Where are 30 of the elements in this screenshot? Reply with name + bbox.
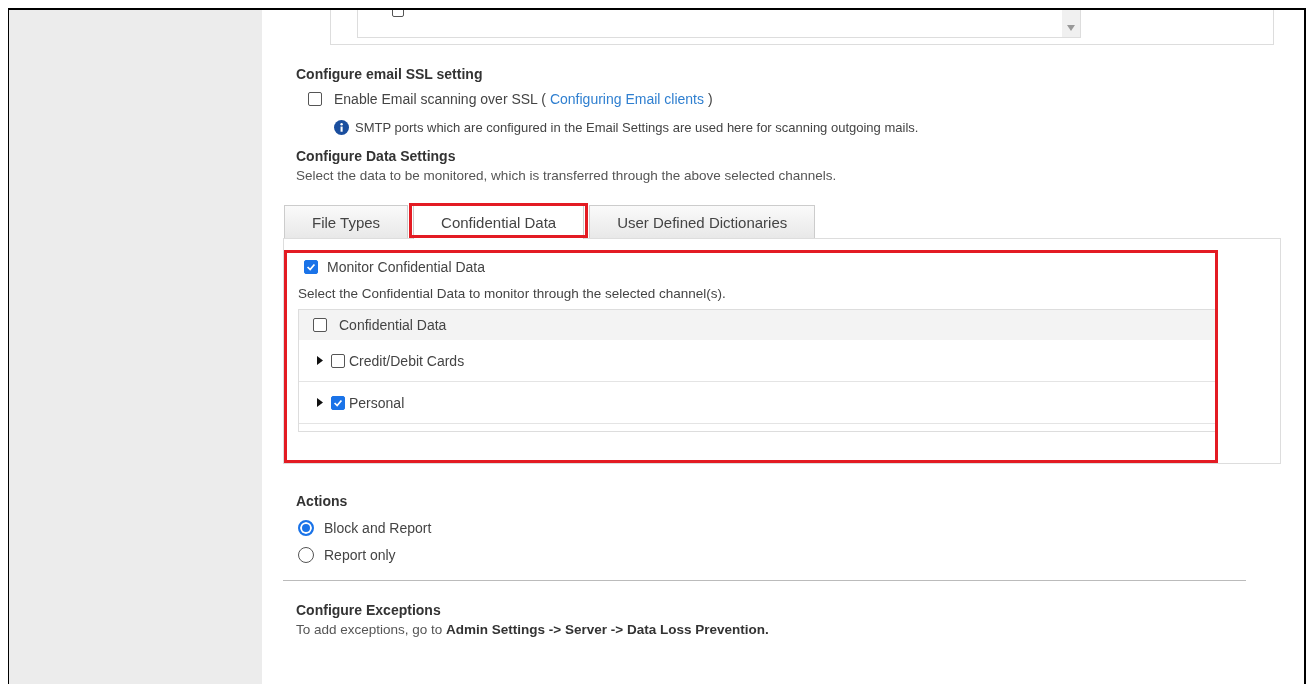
- checkbox[interactable]: [304, 260, 318, 274]
- section-title: Configure Data Settings: [296, 148, 457, 164]
- checkbox[interactable]: [313, 318, 327, 332]
- info-note: SMTP ports which are configured in the Email Settings are used here for scanning outgoing mails.: [355, 120, 919, 135]
- checkbox-label: Monitor Confidential Data: [327, 259, 485, 275]
- tree-item-label[interactable]: Personal: [349, 394, 405, 411]
- caret-right-icon[interactable]: [317, 356, 323, 365]
- radio-button[interactable]: [298, 547, 314, 563]
- tab[interactable]: User Defined Dictionaries: [589, 205, 816, 238]
- tree-item-label[interactable]: Credit/Debit Cards: [349, 352, 465, 369]
- section-title: Configure email SSL setting: [296, 66, 484, 82]
- radio-label: Report only: [324, 547, 396, 563]
- link[interactable]: Configuring Email clients: [549, 91, 704, 107]
- checkbox[interactable]: [308, 92, 322, 106]
- checkbox-label: ): [708, 91, 713, 107]
- checkbox-label: Enable Email scanning over SSL (: [334, 91, 546, 107]
- exceptions-text: To add exceptions, go to Admin Settings -> Server -> Data Loss Prevention.: [296, 622, 770, 637]
- section-title: Actions: [296, 493, 349, 509]
- section-title: Configure Exceptions: [296, 602, 442, 618]
- scrollbar[interactable]: [1062, 10, 1080, 37]
- section-description: Select the data to be monitored, which is transferred through the above selected channels.: [296, 168, 838, 183]
- checkbox-label: Confidential Data: [339, 317, 447, 333]
- radio-label: Block and Report: [324, 520, 432, 536]
- radio-button[interactable]: [298, 520, 314, 536]
- info-icon: [334, 120, 349, 135]
- caret-right-icon[interactable]: [317, 398, 323, 407]
- checkbox[interactable]: [331, 353, 345, 368]
- hint-text: Select the Confidential Data to monitor through the selected channel(s).: [298, 286, 727, 301]
- tab[interactable]: File Types: [284, 205, 409, 238]
- checkbox[interactable]: [331, 395, 345, 410]
